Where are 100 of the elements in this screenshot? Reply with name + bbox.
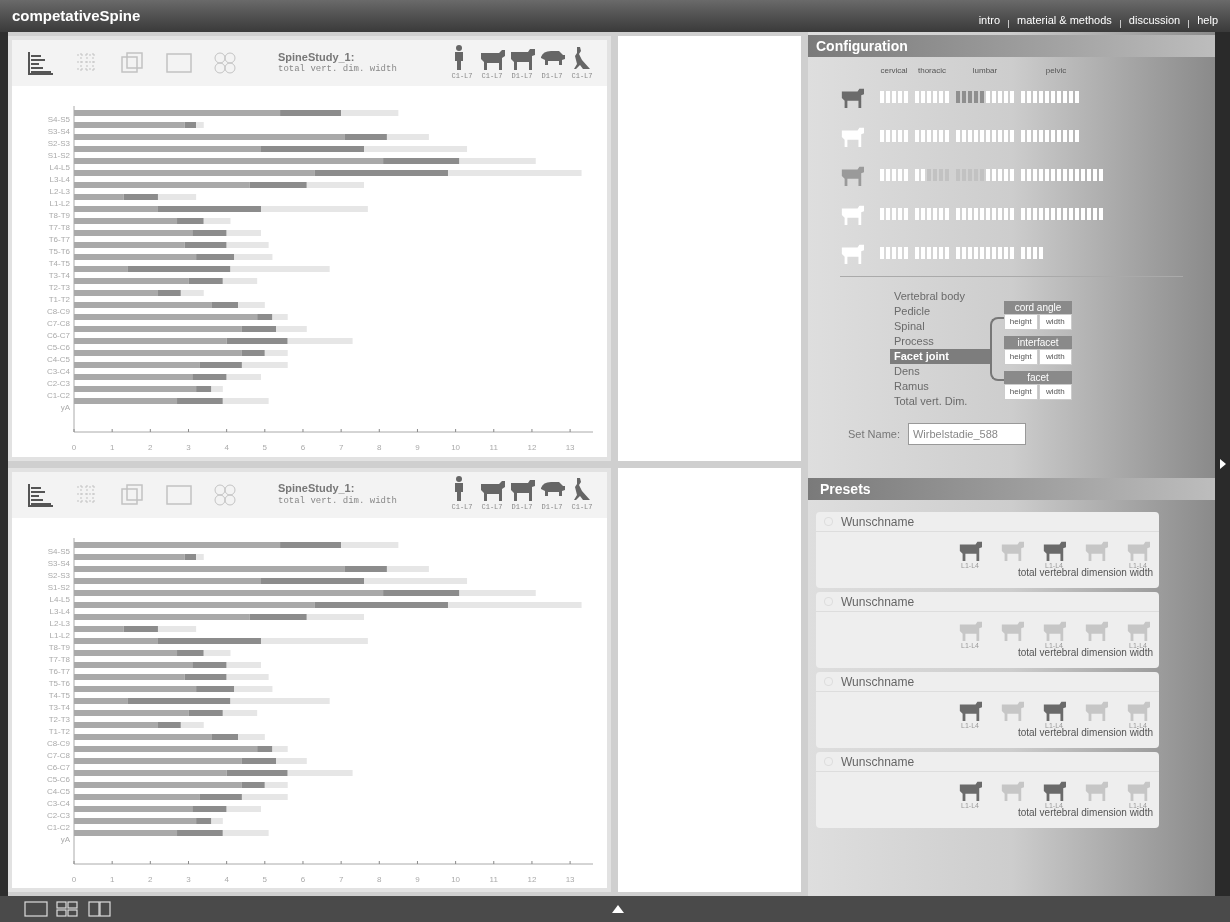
vertebra-segment[interactable] xyxy=(1004,129,1008,142)
vertebra-segment[interactable] xyxy=(1033,246,1037,259)
vertebra-segment[interactable] xyxy=(1033,207,1037,220)
vertebra-segment[interactable] xyxy=(998,129,1002,142)
vertebra-segment[interactable] xyxy=(933,90,937,103)
vertebra-segment[interactable] xyxy=(945,90,949,103)
vertebra-segment[interactable] xyxy=(974,207,978,220)
vertebra-segment[interactable] xyxy=(904,129,908,142)
vertebra-segment[interactable] xyxy=(915,207,919,220)
vertebra-segment[interactable] xyxy=(939,129,943,142)
vertebra-segment[interactable] xyxy=(1021,207,1025,220)
vertebra-segment[interactable] xyxy=(1021,246,1025,259)
vertebra-segment[interactable] xyxy=(886,246,890,259)
vertebra-segment[interactable] xyxy=(974,246,978,259)
vertebra-segment[interactable] xyxy=(904,207,908,220)
vertebra-segment[interactable] xyxy=(986,246,990,259)
vertebra-segment[interactable] xyxy=(992,246,996,259)
vertebra-segment[interactable] xyxy=(915,90,919,103)
vertebra-segment[interactable] xyxy=(945,207,949,220)
measure-button[interactable]: width xyxy=(1038,384,1072,400)
vertebra-segment[interactable] xyxy=(1039,90,1043,103)
vertebra-segment[interactable] xyxy=(1087,207,1091,220)
vertebra-segment[interactable] xyxy=(1004,207,1008,220)
layout-split-icon[interactable] xyxy=(88,901,112,917)
measure-button[interactable]: height xyxy=(1004,384,1038,400)
vertebra-segment[interactable] xyxy=(880,246,884,259)
vertebra-segment[interactable] xyxy=(921,207,925,220)
vertebra-segment[interactable] xyxy=(933,246,937,259)
vertebra-segment[interactable] xyxy=(1021,90,1025,103)
nav-link[interactable]: material & methods xyxy=(1017,11,1112,28)
vertebra-segment[interactable] xyxy=(1039,168,1043,181)
vertebra-segment[interactable] xyxy=(1069,207,1073,220)
measure-button[interactable]: width xyxy=(1038,314,1072,330)
vertebra-segment[interactable] xyxy=(1004,168,1008,181)
vertebra-segment[interactable] xyxy=(921,168,925,181)
vertebra-segment[interactable] xyxy=(933,129,937,142)
part-option[interactable]: Ramus xyxy=(890,379,990,394)
vertebra-segment[interactable] xyxy=(1027,90,1031,103)
vertebra-segment[interactable] xyxy=(1051,207,1055,220)
vertebra-segment[interactable] xyxy=(1057,207,1061,220)
vertebra-segment[interactable] xyxy=(998,168,1002,181)
part-option[interactable]: Spinal xyxy=(890,319,990,334)
vertebra-segment[interactable] xyxy=(962,207,966,220)
part-option[interactable]: Vertebral body xyxy=(890,289,990,304)
vertebra-segment[interactable] xyxy=(921,90,925,103)
vertebra-segment[interactable] xyxy=(1051,129,1055,142)
vertebra-segment[interactable] xyxy=(968,207,972,220)
vertebra-segment[interactable] xyxy=(927,246,931,259)
vertebra-segment[interactable] xyxy=(1057,129,1061,142)
vertebra-segment[interactable] xyxy=(1021,129,1025,142)
vertebra-segment[interactable] xyxy=(927,90,931,103)
vertebra-segment[interactable] xyxy=(1010,90,1014,103)
vertebra-segment[interactable] xyxy=(980,207,984,220)
measure-button[interactable]: height xyxy=(1004,349,1038,365)
vertebra-segment[interactable] xyxy=(1063,90,1067,103)
expand-arrow-icon[interactable] xyxy=(1219,459,1226,469)
vertebra-segment[interactable] xyxy=(1033,129,1037,142)
vertebra-segment[interactable] xyxy=(992,90,996,103)
nav-link[interactable]: intro xyxy=(978,11,1001,28)
vertebra-segment[interactable] xyxy=(998,207,1002,220)
vertebra-segment[interactable] xyxy=(986,168,990,181)
vertebra-segment[interactable] xyxy=(892,207,896,220)
vertebra-segment[interactable] xyxy=(1069,129,1073,142)
vertebra-segment[interactable] xyxy=(956,90,960,103)
measure-button[interactable]: width xyxy=(1038,349,1072,365)
vertebra-segment[interactable] xyxy=(1010,207,1014,220)
vertebra-segment[interactable] xyxy=(1075,90,1079,103)
vertebra-segment[interactable] xyxy=(1069,90,1073,103)
vertebra-segment[interactable] xyxy=(921,129,925,142)
vertebra-segment[interactable] xyxy=(898,246,902,259)
vertebra-segment[interactable] xyxy=(886,90,890,103)
vertebra-segment[interactable] xyxy=(915,129,919,142)
vertebra-segment[interactable] xyxy=(980,246,984,259)
vertebra-segment[interactable] xyxy=(968,90,972,103)
vertebra-segment[interactable] xyxy=(886,207,890,220)
vertebra-segment[interactable] xyxy=(956,129,960,142)
vertebra-segment[interactable] xyxy=(1045,129,1049,142)
vertebra-segment[interactable] xyxy=(986,90,990,103)
vertebra-segment[interactable] xyxy=(939,90,943,103)
vertebra-segment[interactable] xyxy=(1075,168,1079,181)
vertebra-segment[interactable] xyxy=(1063,207,1067,220)
layout-quad-icon[interactable] xyxy=(56,901,80,917)
vertebra-segment[interactable] xyxy=(998,90,1002,103)
vertebra-segment[interactable] xyxy=(962,129,966,142)
vertebra-segment[interactable] xyxy=(998,246,1002,259)
vertebra-segment[interactable] xyxy=(880,129,884,142)
vertebra-segment[interactable] xyxy=(1063,129,1067,142)
vertebra-segment[interactable] xyxy=(1027,168,1031,181)
vertebra-segment[interactable] xyxy=(1075,129,1079,142)
vertebra-segment[interactable] xyxy=(1093,207,1097,220)
vertebra-segment[interactable] xyxy=(986,129,990,142)
vertebra-segment[interactable] xyxy=(880,90,884,103)
vertebra-segment[interactable] xyxy=(939,207,943,220)
vertebra-segment[interactable] xyxy=(898,90,902,103)
nav-link[interactable]: discussion xyxy=(1128,11,1181,28)
vertebra-segment[interactable] xyxy=(962,90,966,103)
vertebra-segment[interactable] xyxy=(1057,168,1061,181)
vertebra-segment[interactable] xyxy=(1087,168,1091,181)
vertebra-segment[interactable] xyxy=(992,168,996,181)
vertebra-segment[interactable] xyxy=(980,90,984,103)
